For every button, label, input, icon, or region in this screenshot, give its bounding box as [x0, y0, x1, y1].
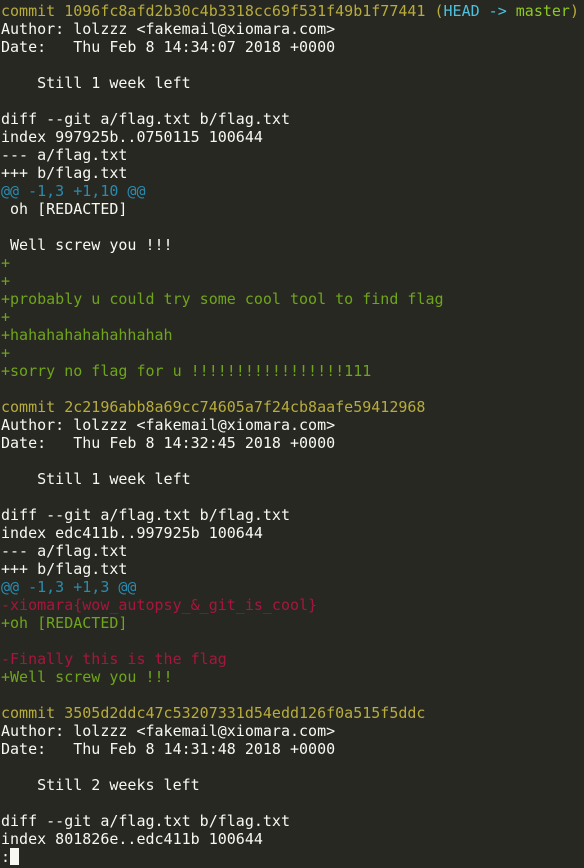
context-line: Well screw you !!!	[1, 236, 173, 254]
removed-line: -Finally this is the flag	[1, 650, 227, 668]
pager-prompt-char: :	[1, 848, 11, 866]
commit-line: commit 1096fc8afd2b30c4b3318cc69f531f49b…	[0, 2, 584, 20]
diff-lines: -xiomara{wow_autopsy_&_git_is_cool} +oh […	[0, 596, 584, 686]
new-file-line: +++ b/flag.txt	[1, 164, 128, 182]
commit-line: commit 2c2196abb8a69cc74605a7f24cb8aafe5…	[1, 398, 426, 416]
index-line: index edc411b..997925b 100644	[1, 524, 263, 542]
author-line: Author: lolzzz <fakemail@xiomara.com>	[1, 20, 336, 38]
hunk-header: @@ -1,3 +1,10 @@	[1, 182, 146, 200]
context-line	[0, 218, 584, 236]
ref-open: (	[434, 2, 444, 20]
cursor	[10, 848, 20, 865]
old-file-line: --- a/flag.txt	[1, 542, 128, 560]
removed-line: -xiomara{wow_autopsy_&_git_is_cool}	[1, 596, 318, 614]
head-ref: HEAD ->	[443, 2, 516, 20]
added-line: +hahahahahahahhahah	[1, 326, 173, 344]
date-line: Date: Thu Feb 8 14:31:48 2018 +0000	[1, 740, 336, 758]
context-line: oh [REDACTED]	[1, 200, 128, 218]
old-file-line: --- a/flag.txt	[1, 146, 128, 164]
added-line: +sorry no flag for u !!!!!!!!!!!!!!!!!11…	[1, 362, 372, 380]
commit-hash: commit 1096fc8afd2b30c4b3318cc69f531f49b…	[1, 2, 435, 20]
added-line: +	[1, 308, 11, 326]
index-line: index 997925b..0750115 100644	[1, 128, 263, 146]
added-line: +Well screw you !!!	[1, 668, 173, 686]
commit-message: Still 2 weeks left	[1, 776, 200, 794]
branch-ref: master	[515, 2, 570, 20]
added-line: +	[1, 344, 11, 362]
date-line: Date: Thu Feb 8 14:32:45 2018 +0000	[1, 434, 336, 452]
diff-header: diff --git a/flag.txt b/flag.txt	[1, 506, 290, 524]
added-line: +oh [REDACTED]	[1, 614, 128, 632]
diff-header: diff --git a/flag.txt b/flag.txt	[1, 812, 290, 830]
author-line: Author: lolzzz <fakemail@xiomara.com>	[1, 722, 336, 740]
context-line	[0, 632, 584, 650]
commit-line: commit 3505d2ddc47c53207331d54edd126f0a5…	[1, 704, 426, 722]
pager-prompt[interactable]: :	[0, 848, 584, 866]
date-line: Date: Thu Feb 8 14:34:07 2018 +0000	[1, 38, 336, 56]
commit-message: Still 1 week left	[1, 470, 191, 488]
terminal-output: commit 1096fc8afd2b30c4b3318cc69f531f49b…	[0, 0, 584, 866]
added-line: +probably u could try some cool tool to …	[1, 290, 444, 308]
diff-lines: oh [REDACTED] Well screw you !!! + + +proba…	[0, 200, 584, 380]
index-line: index 801826e..edc411b 100644	[1, 830, 263, 848]
commit-message: Still 1 week left	[1, 74, 191, 92]
diff-header: diff --git a/flag.txt b/flag.txt	[1, 110, 290, 128]
added-line: +	[1, 254, 11, 272]
ref-close: )	[569, 2, 579, 20]
added-line: +	[1, 272, 11, 290]
author-line: Author: lolzzz <fakemail@xiomara.com>	[1, 416, 336, 434]
new-file-line: +++ b/flag.txt	[1, 560, 128, 578]
hunk-header: @@ -1,3 +1,3 @@	[1, 578, 137, 596]
